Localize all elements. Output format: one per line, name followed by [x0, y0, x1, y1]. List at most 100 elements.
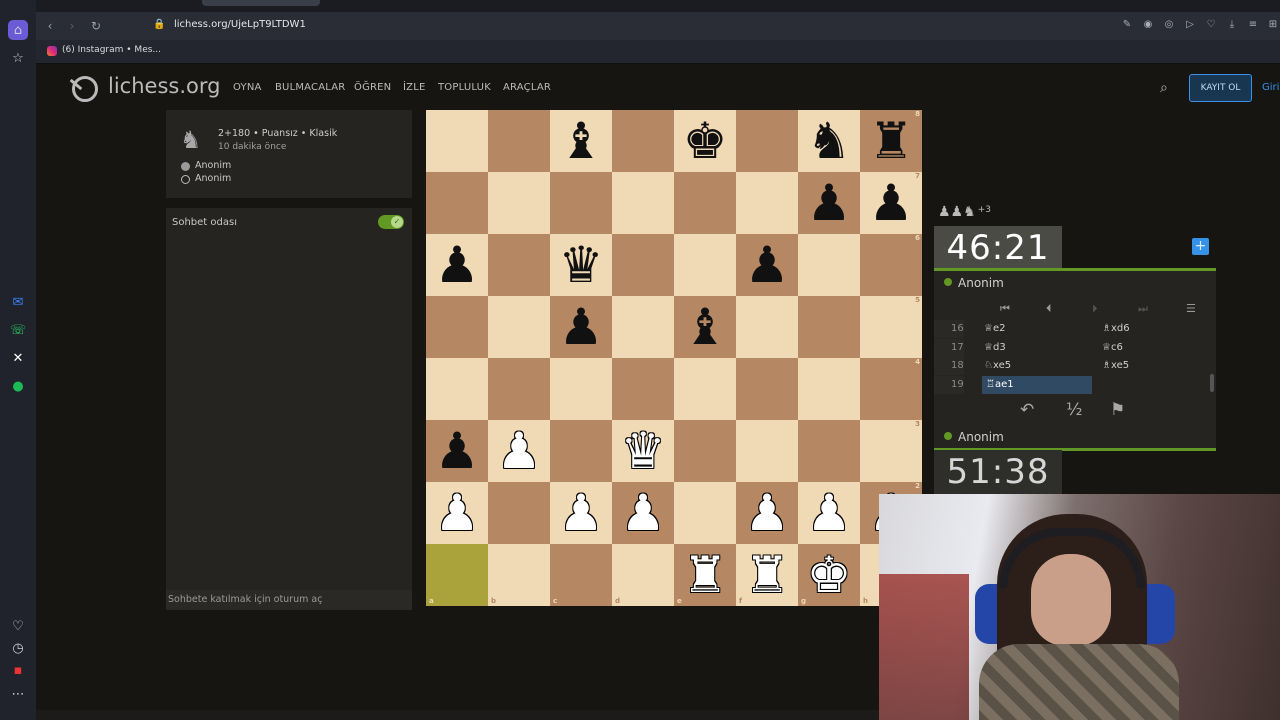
nav-puzzles[interactable]: BULMACALAR — [275, 82, 345, 93]
square-d3[interactable]: ♛ — [612, 420, 674, 482]
square-a5[interactable] — [426, 296, 488, 358]
black-pawn-piece[interactable]: ♟ — [807, 178, 852, 228]
square-b7[interactable] — [488, 172, 550, 234]
black-move[interactable]: ♗xe5 — [1102, 357, 1129, 375]
black-bishop-piece[interactable]: ♝ — [559, 116, 604, 166]
square-c6[interactable]: ♛ — [550, 234, 612, 296]
spotify-icon[interactable]: ● — [8, 376, 28, 396]
url-field[interactable]: lichess.org/UjeLpT9LTDW1 — [174, 19, 306, 30]
pin-icon[interactable]: ☆ — [8, 48, 28, 68]
square-f3[interactable] — [736, 420, 798, 482]
site-logo[interactable]: lichess.org — [108, 74, 220, 98]
square-c7[interactable] — [550, 172, 612, 234]
black-move[interactable]: ♕c6 — [1102, 339, 1123, 357]
nav-community[interactable]: TOPLULUK — [438, 82, 491, 93]
black-pawn-piece[interactable]: ♟ — [745, 240, 790, 290]
square-b5[interactable] — [488, 296, 550, 358]
white-player-name[interactable]: Anonim — [195, 160, 231, 171]
square-a6[interactable]: ♟ — [426, 234, 488, 296]
tab-active[interactable] — [202, 0, 320, 6]
square-f4[interactable] — [736, 358, 798, 420]
square-e7[interactable] — [674, 172, 736, 234]
square-a2[interactable]: ♟ — [426, 482, 488, 544]
square-e3[interactable] — [674, 420, 736, 482]
square-f5[interactable] — [736, 296, 798, 358]
square-b4[interactable] — [488, 358, 550, 420]
square-b8[interactable] — [488, 110, 550, 172]
black-queen-piece[interactable]: ♛ — [559, 240, 604, 290]
player-top[interactable]: Anonim — [944, 276, 1004, 290]
square-f2[interactable]: ♟ — [736, 482, 798, 544]
black-pawn-piece[interactable]: ♟ — [435, 240, 480, 290]
square-c2[interactable]: ♟ — [550, 482, 612, 544]
signin-link[interactable]: Giriş — [1262, 82, 1280, 93]
bookmark-instagram[interactable]: (6) Instagram • Mes... — [62, 45, 161, 55]
x-icon[interactable]: ✕ — [8, 348, 28, 368]
square-d2[interactable]: ♟ — [612, 482, 674, 544]
square-h6[interactable]: 6 — [860, 234, 922, 296]
square-d6[interactable] — [612, 234, 674, 296]
square-b6[interactable] — [488, 234, 550, 296]
square-e6[interactable] — [674, 234, 736, 296]
chat-input[interactable]: Sohbete katılmak için oturum aç — [166, 590, 412, 610]
black-pawn-piece[interactable]: ♟ — [559, 302, 604, 352]
add-time-button[interactable]: + — [1192, 238, 1209, 255]
square-f1[interactable]: ♜ f — [736, 544, 798, 606]
black-move[interactable]: ♗xd6 — [1102, 320, 1130, 338]
white-pawn-piece[interactable]: ♟ — [559, 488, 604, 538]
nav-learn[interactable]: ÖĞREN — [354, 82, 391, 93]
takeback-icon[interactable]: ↶ — [1020, 400, 1034, 420]
square-e5[interactable]: ♝ — [674, 296, 736, 358]
heart-icon[interactable]: ♡ — [8, 616, 28, 636]
square-h5[interactable]: 5 — [860, 296, 922, 358]
square-h3[interactable]: 3 — [860, 420, 922, 482]
square-e2[interactable] — [674, 482, 736, 544]
square-e8[interactable]: ♚ — [674, 110, 736, 172]
search-icon[interactable]: ⌕ — [1160, 80, 1174, 96]
square-b2[interactable] — [488, 482, 550, 544]
nav-watch[interactable]: İZLE — [403, 82, 426, 93]
vpn-icon[interactable]: ◎ — [1162, 19, 1176, 30]
square-b1[interactable]: b — [488, 544, 550, 606]
square-f7[interactable] — [736, 172, 798, 234]
reload-icon[interactable]: ↻ — [88, 18, 104, 34]
square-a4[interactable] — [426, 358, 488, 420]
white-move[interactable]: ♘xe5 — [984, 357, 1011, 375]
download-icon[interactable]: ⤓ — [1225, 19, 1239, 30]
more-icon[interactable]: ⋯ — [8, 684, 28, 704]
messenger-icon[interactable]: ✉ — [8, 292, 28, 312]
camera-icon[interactable]: ◉ — [1141, 19, 1155, 30]
black-pawn-piece[interactable]: ♟ — [435, 426, 480, 476]
next-move-icon[interactable]: ⏵ — [1092, 302, 1098, 316]
square-c5[interactable]: ♟ — [550, 296, 612, 358]
white-pawn-piece[interactable]: ♟ — [497, 426, 542, 476]
square-g7[interactable]: ♟ — [798, 172, 860, 234]
menu-icon[interactable]: ☰ — [1186, 302, 1196, 315]
square-d1[interactable]: d — [612, 544, 674, 606]
white-rook-piece[interactable]: ♜ — [683, 550, 728, 600]
white-move[interactable]: ♖ae1 — [982, 375, 1092, 394]
square-g1[interactable]: ♚ g — [798, 544, 860, 606]
square-b3[interactable]: ♟ — [488, 420, 550, 482]
nav-tools[interactable]: ARAÇLAR — [503, 82, 551, 93]
square-a7[interactable] — [426, 172, 488, 234]
square-g4[interactable] — [798, 358, 860, 420]
heart-icon[interactable]: ♡ — [1204, 19, 1218, 30]
chess-board[interactable]: ♝♚♞♜8♟♟7♟♛♟6♟♝54♟♟♛3♟♟♟♟♟♟2abcd♜e♜f♚g1h — [426, 110, 922, 606]
black-bishop-piece[interactable]: ♝ — [683, 302, 728, 352]
nav-play[interactable]: OYNA — [233, 82, 262, 93]
white-rook-piece[interactable]: ♜ — [745, 550, 790, 600]
square-c3[interactable] — [550, 420, 612, 482]
last-move-icon[interactable]: ⏭ — [1138, 302, 1148, 316]
square-d5[interactable] — [612, 296, 674, 358]
square-h8[interactable]: ♜ 8 — [860, 110, 922, 172]
square-g2[interactable]: ♟ — [798, 482, 860, 544]
square-f8[interactable] — [736, 110, 798, 172]
square-a8[interactable] — [426, 110, 488, 172]
square-g8[interactable]: ♞ — [798, 110, 860, 172]
white-pawn-piece[interactable]: ♟ — [621, 488, 666, 538]
lichess-logo-icon[interactable] — [72, 76, 98, 102]
menu-icon[interactable]: ≡ — [1246, 19, 1260, 30]
square-a1[interactable]: a — [426, 544, 488, 606]
square-h7[interactable]: ♟ 7 — [860, 172, 922, 234]
